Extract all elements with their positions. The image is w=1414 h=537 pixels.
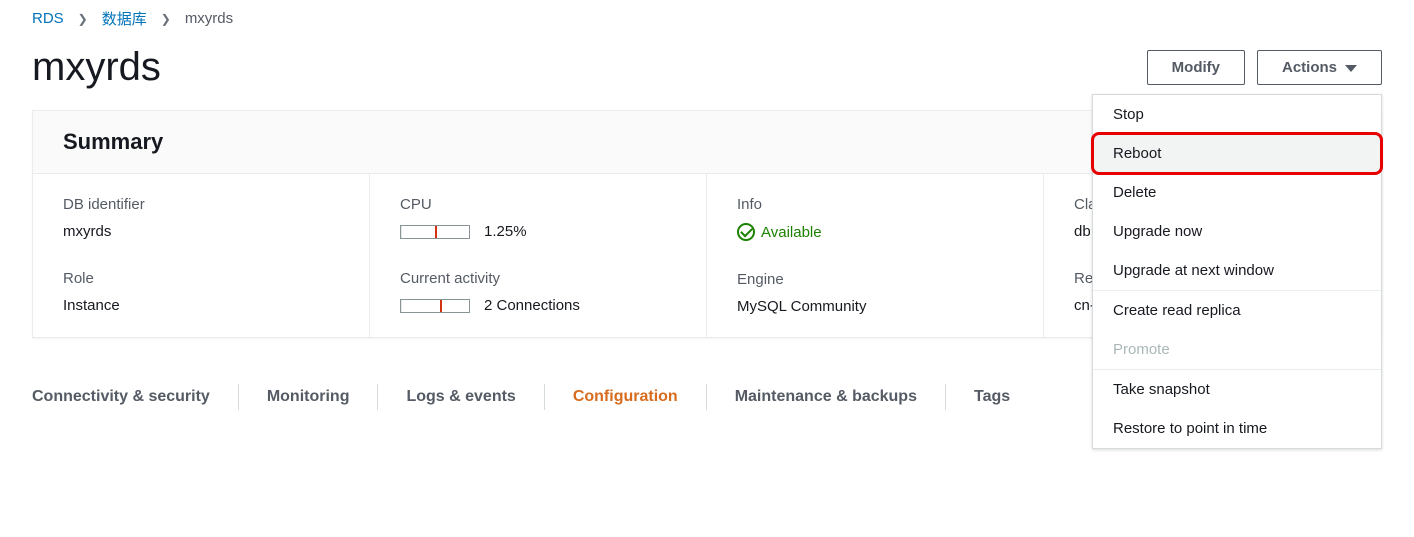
summary-col-3: Info Available Engine MySQL Community — [707, 174, 1044, 337]
cpu-label: CPU — [400, 196, 676, 213]
tab-divider — [706, 384, 707, 410]
info-value: Available — [737, 223, 1013, 241]
actions-dropdown: Stop Reboot Delete Upgrade now Upgrade a… — [1092, 94, 1382, 449]
tab-maintenance[interactable]: Maintenance & backups — [735, 378, 917, 416]
action-upgrade-now[interactable]: Upgrade now — [1093, 212, 1381, 251]
engine-label: Engine — [737, 271, 1013, 288]
tab-logs[interactable]: Logs & events — [406, 378, 515, 416]
actions-label: Actions — [1282, 59, 1337, 76]
tab-divider — [945, 384, 946, 410]
breadcrumb-rds[interactable]: RDS — [32, 10, 64, 27]
chevron-right-icon: ❯ — [161, 12, 171, 26]
activity-value: 2 Connections — [400, 297, 676, 314]
check-circle-icon — [737, 223, 755, 241]
tab-monitoring[interactable]: Monitoring — [267, 378, 350, 416]
chevron-right-icon: ❯ — [78, 12, 88, 26]
action-delete[interactable]: Delete — [1093, 173, 1381, 212]
action-promote: Promote — [1093, 330, 1381, 369]
tab-tags[interactable]: Tags — [974, 378, 1010, 416]
db-identifier-label: DB identifier — [63, 196, 339, 213]
role-label: Role — [63, 270, 339, 287]
tab-divider — [377, 384, 378, 410]
action-upgrade-next[interactable]: Upgrade at next window — [1093, 251, 1381, 290]
header-buttons: Modify Actions Stop Reboot Delete Upgrad… — [1147, 50, 1382, 85]
breadcrumb: RDS ❯ 数据库 ❯ mxyrds — [0, 0, 1414, 33]
activity-text: 2 Connections — [484, 297, 580, 314]
cpu-pct: 1.25% — [484, 223, 527, 240]
action-reboot[interactable]: Reboot — [1093, 134, 1381, 173]
cpu-bar-icon — [400, 225, 470, 239]
db-identifier-value: mxyrds — [63, 223, 339, 240]
modify-label: Modify — [1172, 59, 1220, 76]
info-text: Available — [761, 224, 822, 241]
tab-divider — [238, 384, 239, 410]
engine-value: MySQL Community — [737, 298, 1013, 315]
action-stop[interactable]: Stop — [1093, 95, 1381, 134]
summary-col-2: CPU 1.25% Current activity 2 Connec — [370, 174, 707, 337]
modify-button[interactable]: Modify — [1147, 50, 1245, 85]
breadcrumb-databases[interactable]: 数据库 — [102, 8, 147, 29]
breadcrumb-current: mxyrds — [185, 10, 233, 27]
action-take-snapshot[interactable]: Take snapshot — [1093, 370, 1381, 409]
tab-connectivity[interactable]: Connectivity & security — [32, 378, 210, 416]
tab-divider — [544, 384, 545, 410]
activity-bar-icon — [400, 299, 470, 313]
info-label: Info — [737, 196, 1013, 213]
action-create-replica[interactable]: Create read replica — [1093, 291, 1381, 330]
actions-button[interactable]: Actions — [1257, 50, 1382, 85]
page-title: mxyrds — [32, 45, 161, 90]
summary-col-1: DB identifier mxyrds Role Instance — [33, 174, 370, 337]
role-value: Instance — [63, 297, 339, 314]
tab-configuration[interactable]: Configuration — [573, 378, 678, 416]
page-header: mxyrds Modify Actions Stop Reboot Delete… — [0, 33, 1414, 110]
cpu-value: 1.25% — [400, 223, 676, 240]
action-restore[interactable]: Restore to point in time — [1093, 409, 1381, 448]
caret-down-icon — [1345, 65, 1357, 72]
activity-label: Current activity — [400, 270, 676, 287]
